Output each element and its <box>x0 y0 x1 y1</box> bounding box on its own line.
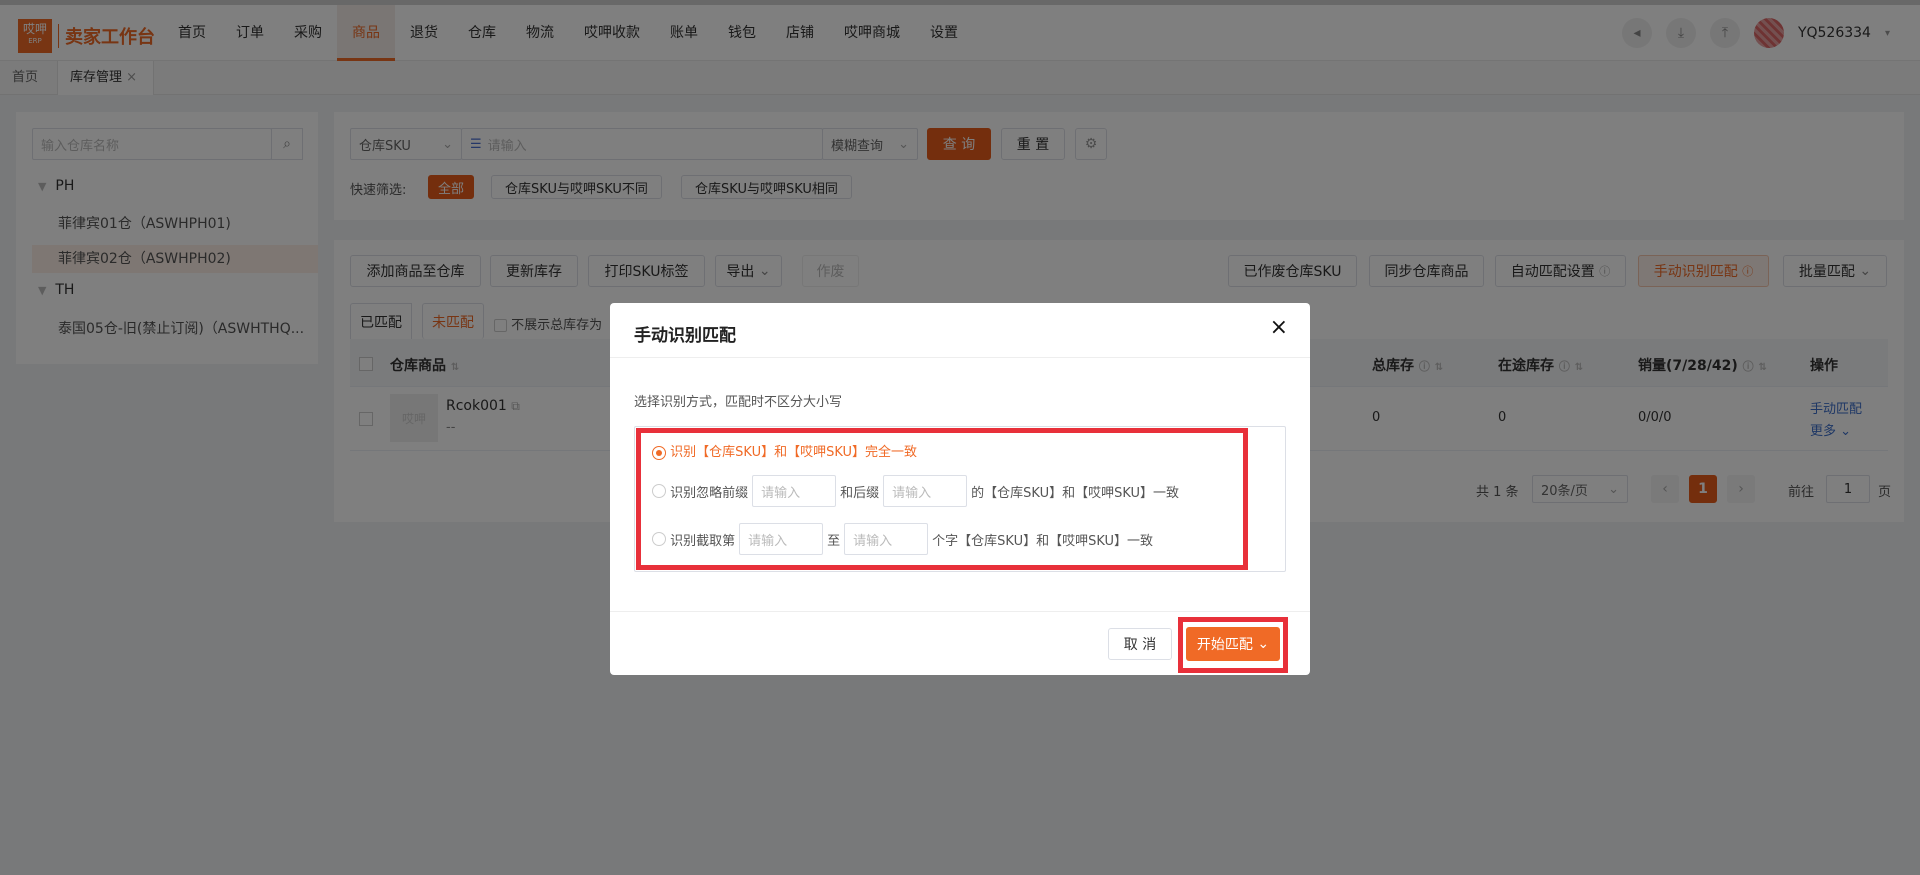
radio-affix[interactable] <box>652 484 666 498</box>
option-ignore-affix[interactable]: 识别忽略前缀 请输入 和后缀 请输入 的【仓库SKU】和【哎呷SKU】一致 <box>652 475 1179 507</box>
manual-match-dialog: 手动识别匹配 × 选择识别方式，匹配时不区分大小写 识别【仓库SKU】和【哎呷S… <box>610 303 1310 675</box>
dialog-title: 手动识别匹配 <box>634 326 736 346</box>
option-substring[interactable]: 识别截取第 请输入至请输入 个字【仓库SKU】和【哎呷SKU】一致 <box>652 523 1153 555</box>
cancel-button[interactable]: 取 消 <box>1108 628 1172 660</box>
radio-substring[interactable] <box>652 532 666 546</box>
radio-exact[interactable] <box>652 445 666 460</box>
prefix-input[interactable]: 请输入 <box>752 475 837 507</box>
suffix-input[interactable]: 请输入 <box>883 475 968 507</box>
end-index-input[interactable]: 请输入 <box>844 523 929 555</box>
chevron-down-icon: ⌄ <box>1257 636 1270 652</box>
option-exact-match[interactable]: 识别【仓库SKU】和【哎呷SKU】完全一致 <box>652 441 917 460</box>
close-icon[interactable]: × <box>1270 315 1288 340</box>
start-match-button[interactable]: 开始匹配 ⌄ <box>1186 627 1280 661</box>
start-index-input[interactable]: 请输入 <box>739 523 824 555</box>
dialog-hint: 选择识别方式，匹配时不区分大小写 <box>634 395 843 410</box>
